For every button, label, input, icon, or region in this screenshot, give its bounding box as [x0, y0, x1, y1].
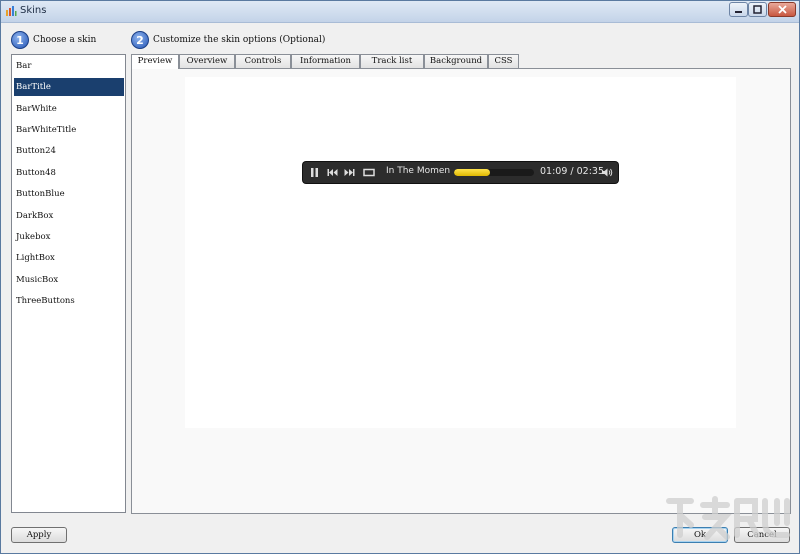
- step-number-2: 2: [131, 31, 149, 49]
- repeat-icon: [363, 168, 375, 177]
- previous-button[interactable]: [327, 167, 338, 178]
- progress-fill: [454, 169, 490, 176]
- skin-item-barwhite[interactable]: BarWhite: [14, 100, 124, 118]
- preview-panel: In The Momen 01:09 / 02:35: [131, 68, 791, 514]
- track-title: In The Momen: [386, 166, 451, 176]
- step-customize: 2 Customize the skin options (Optional): [131, 31, 325, 49]
- pause-icon: [311, 168, 318, 177]
- next-icon: [344, 169, 355, 176]
- maximize-button[interactable]: [748, 2, 767, 17]
- skin-item-buttonblue[interactable]: ButtonBlue: [14, 185, 124, 203]
- apply-button[interactable]: Apply: [11, 527, 67, 543]
- skin-item-jukebox[interactable]: Jukebox: [14, 228, 124, 246]
- preview-canvas: In The Momen 01:09 / 02:35: [185, 77, 736, 428]
- minimize-icon: [735, 11, 742, 13]
- tab-information[interactable]: Information: [291, 54, 360, 68]
- skin-item-lightbox[interactable]: LightBox: [14, 249, 124, 267]
- skin-item-threebuttons[interactable]: ThreeButtons: [14, 292, 124, 310]
- previous-icon: [327, 169, 338, 176]
- skins-window: Skins 1 Choose a skin 2 Customize the sk…: [0, 0, 800, 554]
- tab-background[interactable]: Background: [424, 54, 488, 68]
- repeat-button[interactable]: [363, 167, 375, 178]
- music-player-preview: In The Momen 01:09 / 02:35: [303, 162, 618, 183]
- volume-icon: [602, 168, 613, 177]
- window-title: Skins: [20, 5, 47, 16]
- step-label-choose-skin: Choose a skin: [33, 35, 97, 45]
- tab-overview[interactable]: Overview: [179, 54, 235, 68]
- time-display: 01:09 / 02:35: [540, 166, 604, 177]
- close-icon: [777, 5, 787, 14]
- close-button[interactable]: [768, 2, 796, 17]
- minimize-button[interactable]: [729, 2, 748, 17]
- app-icon: [6, 6, 17, 16]
- progress-bar[interactable]: [454, 169, 534, 176]
- skin-item-barwhitetitle[interactable]: BarWhiteTitle: [14, 121, 124, 139]
- tab-controls[interactable]: Controls: [235, 54, 291, 68]
- step-number-1: 1: [11, 31, 29, 49]
- tab-css[interactable]: CSS: [488, 54, 519, 68]
- volume-button[interactable]: [601, 167, 613, 178]
- watermark-logo: [666, 496, 790, 540]
- title-bar: Skins: [1, 1, 799, 23]
- step-label-customize: Customize the skin options (Optional): [153, 35, 326, 45]
- skin-item-darkbox[interactable]: DarkBox: [14, 207, 124, 225]
- tab-track-list[interactable]: Track list: [360, 54, 424, 68]
- skin-item-bar[interactable]: Bar: [14, 57, 124, 75]
- skin-item-button24[interactable]: Button24: [14, 142, 124, 160]
- pause-button[interactable]: [310, 167, 319, 178]
- maximize-icon: [753, 5, 762, 14]
- next-button[interactable]: [344, 167, 355, 178]
- skin-item-musicbox[interactable]: MusicBox: [14, 271, 124, 289]
- skin-item-bartitle[interactable]: BarTitle: [14, 78, 124, 96]
- step-choose-skin: 1 Choose a skin: [11, 31, 96, 49]
- skin-list[interactable]: Bar BarTitle BarWhite BarWhiteTitle Butt…: [11, 54, 126, 513]
- tab-preview[interactable]: Preview: [131, 54, 179, 69]
- skin-item-button48[interactable]: Button48: [14, 164, 124, 182]
